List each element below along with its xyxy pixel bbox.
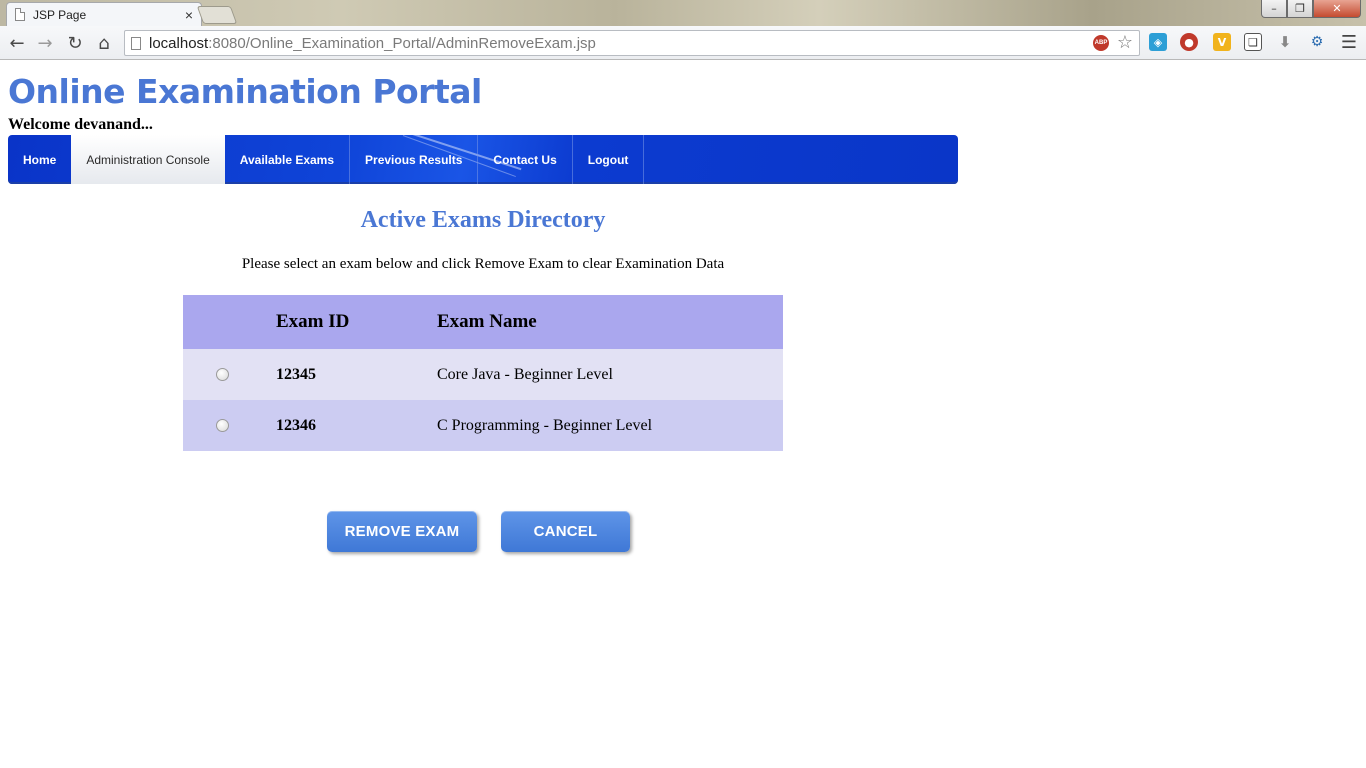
extension-icon[interactable]: V: [1213, 33, 1231, 51]
browser-tab[interactable]: JSP Page ×: [6, 2, 202, 26]
tab-title: JSP Page: [33, 7, 87, 22]
remove-exam-button[interactable]: REMOVE EXAM: [327, 511, 477, 552]
nav-item-administration-console[interactable]: Administration Console: [71, 135, 225, 184]
exam-id-cell: 12345: [276, 349, 437, 400]
address-bar[interactable]: localhost:8080/Online_Examination_Portal…: [124, 30, 1140, 56]
select-cell: [183, 349, 276, 400]
home-icon[interactable]: ⌂: [92, 31, 116, 55]
nav-item-available-exams[interactable]: Available Exams: [225, 135, 351, 184]
site-title: Online Examination Portal: [8, 72, 482, 111]
window-minimize-button[interactable]: –: [1261, 0, 1287, 18]
extension-icon[interactable]: ⬇: [1276, 33, 1294, 51]
back-arrow-icon[interactable]: ←: [5, 31, 29, 55]
table-header-row: Exam ID Exam Name: [183, 295, 783, 349]
window-maximize-button[interactable]: ❐: [1287, 0, 1313, 18]
menu-icon[interactable]: ☰: [1340, 32, 1358, 53]
cancel-button[interactable]: CANCEL: [501, 511, 630, 552]
exam-name-cell: C Programming - Beginner Level: [437, 400, 783, 451]
url-path: :8080/Online_Examination_Portal/AdminRem…: [208, 34, 596, 52]
select-cell: [183, 400, 276, 451]
window-close-button[interactable]: ✕: [1313, 0, 1361, 18]
exam-radio-button[interactable]: [216, 368, 229, 382]
extension-icon[interactable]: ◈: [1149, 33, 1167, 51]
extension-icon[interactable]: ❏: [1244, 33, 1262, 51]
url-host: localhost: [149, 34, 209, 52]
extension-icon[interactable]: ⚙: [1308, 33, 1326, 51]
exam-id-cell: 12346: [276, 400, 437, 451]
table-row: 12346 C Programming - Beginner Level: [183, 400, 783, 451]
exam-name-cell: Core Java - Beginner Level: [437, 349, 783, 400]
column-header-exam-id: Exam ID: [276, 295, 437, 349]
nav-item-previous-results[interactable]: Previous Results: [350, 135, 479, 184]
table-row: 12345 Core Java - Beginner Level: [183, 349, 783, 400]
url-text[interactable]: localhost:8080/Online_Examination_Portal…: [149, 35, 1139, 52]
tab-close-icon[interactable]: ×: [185, 8, 193, 22]
nav-item-contact-us[interactable]: Contact Us: [478, 135, 573, 184]
forward-arrow-icon[interactable]: →: [33, 31, 57, 55]
new-tab-button[interactable]: [196, 6, 238, 24]
page-heading: Active Exams Directory: [360, 207, 606, 233]
nav-item-home[interactable]: Home: [8, 135, 71, 184]
exams-table: Exam ID Exam Name 12345 Core Java - Begi…: [183, 295, 783, 451]
exam-radio-button[interactable]: [216, 419, 229, 433]
extension-icon[interactable]: ●: [1180, 33, 1198, 51]
welcome-message: Welcome devanand...: [8, 116, 153, 133]
window-titlebar: JSP Page × – ❐ ✕: [0, 0, 1366, 26]
main-navigation: Home Administration Console Available Ex…: [8, 135, 958, 184]
instructions-text: Please select an exam below and click Re…: [241, 256, 725, 272]
reload-icon[interactable]: ↻: [63, 31, 87, 55]
page-icon: [131, 36, 141, 50]
adblock-icon[interactable]: ABP: [1093, 35, 1109, 51]
column-header-select: [183, 295, 276, 349]
bookmark-star-icon[interactable]: ☆: [1117, 32, 1133, 53]
nav-item-logout[interactable]: Logout: [573, 135, 645, 184]
page-icon: [15, 8, 25, 21]
column-header-exam-name: Exam Name: [437, 295, 783, 349]
